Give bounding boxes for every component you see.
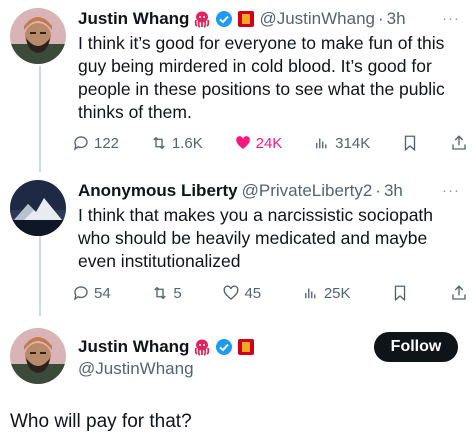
timestamp[interactable]: 3h xyxy=(384,180,403,202)
handle[interactable]: @JustinWhang xyxy=(78,358,194,380)
reply-button[interactable]: 122 xyxy=(72,134,119,152)
display-name[interactable]: Justin Whang xyxy=(78,8,189,30)
views-icon xyxy=(304,288,316,299)
bookmark-icon xyxy=(395,285,406,302)
octopus-icon xyxy=(193,338,211,356)
reply-button[interactable]: 54 xyxy=(72,284,111,302)
tweet-text-line: even institutionalized xyxy=(78,251,241,271)
views-icon xyxy=(316,138,327,149)
tweet-text-line: I think it’s good for everyone to make f… xyxy=(78,33,445,53)
tweet-text-line: I think that makes you a narcissistic so… xyxy=(78,205,434,225)
like-count: 24K xyxy=(255,134,283,152)
display-name[interactable]: Anonymous Liberty xyxy=(78,180,238,202)
repost-count: 5 xyxy=(173,284,182,302)
tweet-header: Justin Whang xyxy=(78,336,255,358)
red-square-badge-icon xyxy=(237,338,255,356)
verified-badge-icon xyxy=(215,338,233,356)
thread-line xyxy=(39,66,41,172)
avatar[interactable] xyxy=(10,8,66,64)
more-icon[interactable]: ··· xyxy=(442,182,460,199)
views-button[interactable]: 25K xyxy=(302,284,351,302)
follow-button[interactable]: Follow xyxy=(374,332,458,362)
bookmark-icon xyxy=(404,135,416,152)
views-count: 25K xyxy=(323,284,351,302)
share-icon xyxy=(452,285,466,300)
like-button[interactable]: 45 xyxy=(222,284,261,302)
separator: · xyxy=(375,181,381,200)
tweet-text-line: people in these positions to see what th… xyxy=(78,79,445,99)
reply-count: 122 xyxy=(94,134,120,152)
reply-icon xyxy=(73,136,88,151)
repost-count: 1.6K xyxy=(171,134,203,152)
tweet-header: Justin Whang @JustinWhang · 3h xyxy=(78,8,406,30)
like-icon xyxy=(223,285,239,300)
handle[interactable]: @PrivateLiberty2 xyxy=(242,180,373,202)
repost-icon xyxy=(153,136,165,150)
red-square-badge-icon xyxy=(237,10,255,28)
more-icon[interactable]: ··· xyxy=(442,10,460,27)
share-button[interactable] xyxy=(450,284,468,302)
display-name[interactable]: Justin Whang xyxy=(78,336,189,358)
action-bar: 54 5 45 25K xyxy=(72,284,468,302)
tweet-text-line: guy being mirdered in cold blood. It’s g… xyxy=(78,56,432,76)
octopus-icon xyxy=(193,10,211,28)
handle-row: @JustinWhang xyxy=(78,358,194,380)
tweet-text: I think it’s good for everyone to make f… xyxy=(78,32,470,124)
bookmark-button[interactable] xyxy=(401,134,419,152)
tweet-text-line: thinks of them. xyxy=(78,102,192,122)
avatar[interactable] xyxy=(10,328,66,384)
share-button[interactable] xyxy=(450,134,468,152)
like-button[interactable]: 24K xyxy=(234,134,283,152)
handle[interactable]: @JustinWhang xyxy=(259,8,375,30)
tweet-text: Who will pay for that? xyxy=(10,411,192,432)
share-icon xyxy=(452,135,466,150)
action-bar: 122 1.6K 24K 314K xyxy=(72,134,468,152)
repost-button[interactable]: 5 xyxy=(151,284,182,302)
separator: · xyxy=(377,9,384,28)
views-count: 314K xyxy=(335,134,371,152)
reply-icon xyxy=(73,286,88,301)
reply-count: 54 xyxy=(94,284,111,302)
like-count: 45 xyxy=(244,284,262,302)
thread-line xyxy=(39,236,41,316)
repost-icon xyxy=(154,286,167,300)
tweet-text: I think that makes you a narcissistic so… xyxy=(78,204,470,273)
verified-badge-icon xyxy=(215,10,233,28)
avatar[interactable] xyxy=(10,180,66,236)
tweet-header: Anonymous Liberty @PrivateLiberty2 · 3h xyxy=(78,180,403,202)
repost-button[interactable]: 1.6K xyxy=(150,134,203,152)
bookmark-button[interactable] xyxy=(391,284,409,302)
views-button[interactable]: 314K xyxy=(313,134,370,152)
timestamp[interactable]: 3h xyxy=(387,8,406,30)
tweet-text-line: who should be heavily medicated and mayb… xyxy=(78,228,428,248)
like-icon xyxy=(235,136,250,149)
